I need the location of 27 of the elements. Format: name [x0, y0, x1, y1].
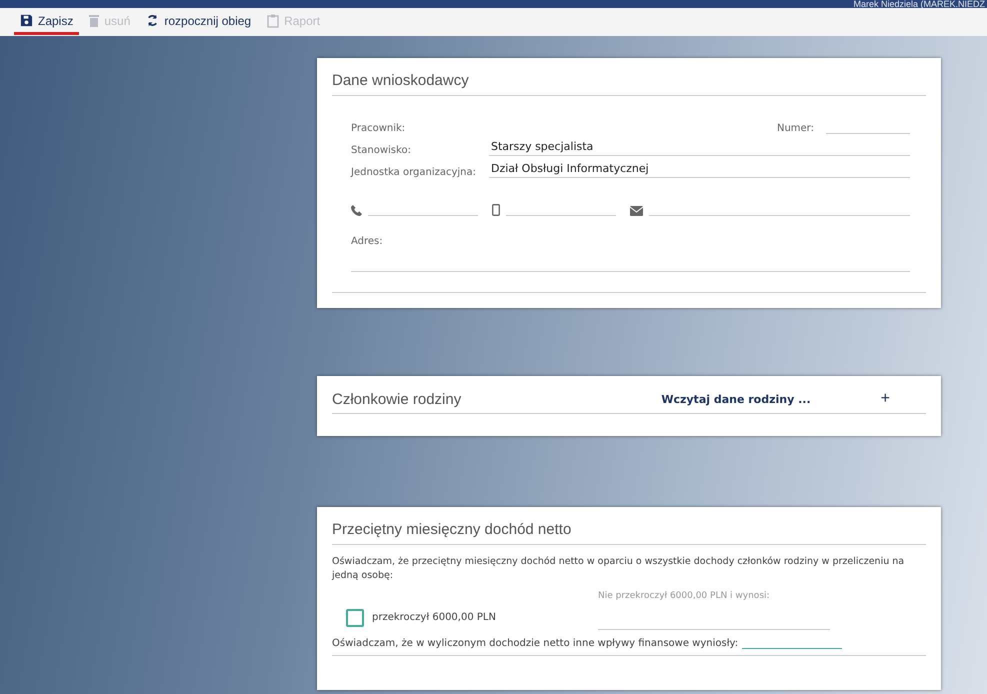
field-label: Numer: [776, 123, 814, 134]
section-title: Dane wnioskodawcy [332, 72, 926, 96]
field-label: Jednostka organizacyjna: [351, 167, 478, 178]
checkbox-label: przekroczył 6000,00 PLN [372, 612, 496, 623]
field-label: Pracownik: [351, 123, 406, 134]
trash-icon [89, 14, 100, 27]
statement-text: Oświadczam, że przeciętny miesięczny dochód netto w oparciu o wszystkie dochody członków rodziny w przeliczeniu na jedną osobę: [332, 555, 906, 583]
load-family-link[interactable]: Wczytaj dane rodziny ... [661, 392, 811, 406]
statement-text: Oświadczam, że w wyliczonym dochodzie netto inne wpływy finansowe wyniosły: [332, 638, 740, 649]
phone-icon [351, 205, 362, 216]
unit-field[interactable]: Dział Obsługi Informatycznej [489, 162, 910, 178]
refresh-icon [146, 14, 160, 27]
position-field[interactable]: Starszy specjalista [489, 140, 910, 156]
toolbar-button[interactable]: Zapisz [14, 9, 80, 35]
section-title: Członkowie rodziny [332, 390, 462, 408]
clipboard-icon [267, 14, 280, 28]
field-label: Adres: [351, 236, 384, 247]
mobile-phone-icon [492, 204, 500, 216]
field-label: Stanowisko: [351, 145, 412, 156]
section-title: Przeciętny miesięczny dochód netto [332, 521, 926, 545]
user-name[interactable]: Marek Niedziela (MAREK.NIEDZ [853, 0, 987, 8]
add-button[interactable]: + [880, 390, 890, 408]
save-icon [20, 14, 33, 27]
checkbox[interactable] [346, 608, 364, 626]
envelope-icon [630, 206, 643, 216]
toolbar-button[interactable]: rozpocznij obieg [140, 9, 258, 35]
field-label: Nie przekroczył 6000,00 PLN i wynosi: [598, 591, 771, 601]
